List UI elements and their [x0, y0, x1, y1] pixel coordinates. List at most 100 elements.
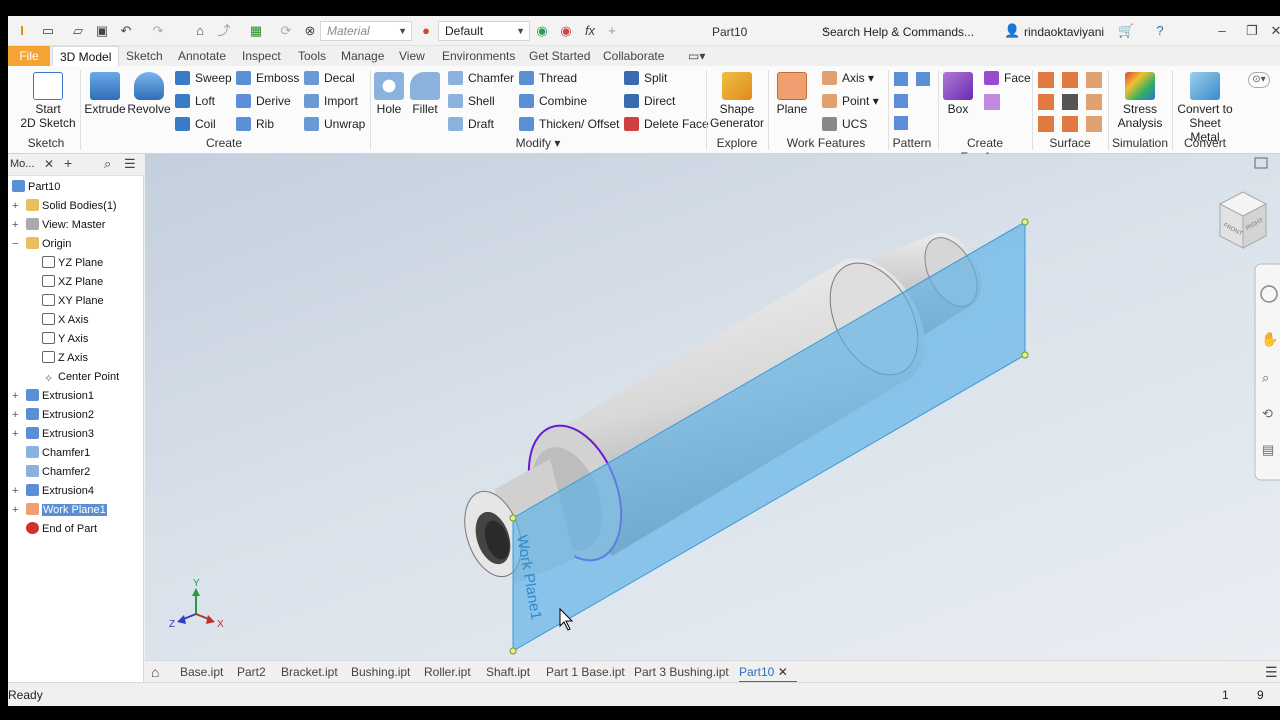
chamfer-button[interactable]: Chamfer [448, 69, 514, 87]
loft-button[interactable]: Loft [175, 92, 215, 110]
fillet-button[interactable]: Fillet [408, 72, 442, 116]
sculpt-icon[interactable] [1038, 94, 1054, 110]
tree-part10[interactable]: Part10 [12, 178, 60, 196]
adjust-icon[interactable]: ◉ [534, 23, 550, 39]
trim-icon[interactable] [1062, 94, 1078, 110]
help-icon[interactable]: ? [1152, 23, 1168, 39]
thread-button[interactable]: Thread [519, 69, 577, 87]
start-2d-sketch-button[interactable]: Start 2D Sketch [18, 72, 78, 130]
add-icon[interactable]: + [64, 155, 72, 171]
ribbon-options-icon[interactable]: ▭▾ [688, 46, 705, 66]
patch-icon[interactable] [1062, 72, 1078, 88]
expand-icon[interactable]: + [12, 429, 21, 440]
ucs-button[interactable]: UCS [822, 115, 867, 133]
tree-yz-plane[interactable]: YZ Plane [42, 254, 103, 272]
extend-icon[interactable] [1086, 94, 1102, 110]
minimize-icon[interactable]: – [1214, 23, 1230, 39]
tree-extrusion2[interactable]: Extrusion2 [26, 406, 94, 424]
revolve-button[interactable]: Revolve [127, 72, 171, 116]
fit-mesh-icon[interactable] [1086, 116, 1102, 132]
tree-origin[interactable]: Origin [26, 235, 71, 253]
home-icon[interactable]: ⌂ [192, 23, 208, 39]
stitch-icon[interactable] [1038, 72, 1054, 88]
navigation-bar[interactable]: ✋ ⌕ ⟲ ▤ [1254, 263, 1280, 481]
tab-menu-icon[interactable]: ☰ [1265, 661, 1278, 683]
model-canvas[interactable]: Work Plane1 X Y Z FRONT RIGHT ✋ ⌕ ⟲ ▤ [145, 154, 1280, 662]
expand-icon[interactable]: + [12, 505, 21, 516]
tree-end-of-part[interactable]: End of Part [26, 520, 97, 538]
tab-3d-model[interactable]: 3D Model [52, 46, 120, 66]
collapse-icon[interactable]: − [12, 239, 21, 250]
parameters-icon[interactable]: fx [582, 23, 598, 39]
user-icon[interactable]: 👤 [1004, 23, 1020, 39]
tab-manage[interactable]: Manage [341, 46, 384, 66]
plane-button[interactable]: Plane [772, 72, 812, 116]
tree-xy-plane[interactable]: XY Plane [42, 292, 104, 310]
delete-face-button[interactable]: Delete Face [624, 115, 709, 133]
browser-title[interactable]: Mo... [10, 158, 34, 170]
tree-x-axis[interactable]: X Axis [42, 311, 89, 329]
tree-extrusion3[interactable]: Extrusion3 [26, 425, 94, 443]
unwrap-button[interactable]: Unwrap [304, 115, 365, 133]
doc-tab-part10[interactable]: Part10 ✕ [739, 661, 797, 683]
derive-button[interactable]: Derive [236, 92, 291, 110]
expand-icon[interactable]: + [12, 486, 21, 497]
expand-icon[interactable]: + [12, 410, 21, 421]
new-file-icon[interactable]: ▭ [40, 23, 56, 39]
zoom-icon[interactable]: ⌕ [1262, 370, 1269, 385]
material-dropdown[interactable]: Material ▼ [320, 21, 412, 41]
home-icon[interactable]: ⌂ [151, 661, 159, 683]
decal-button[interactable]: Decal [304, 69, 355, 87]
appearance-dropdown[interactable]: Default ▼ [438, 21, 530, 41]
cart-icon[interactable]: 🛒 [1118, 23, 1134, 39]
tree-chamfer1[interactable]: Chamfer1 [26, 444, 90, 462]
look-at-icon[interactable]: ▤ [1262, 442, 1274, 457]
tree-center-point[interactable]: ✧ Center Point [42, 368, 119, 386]
rib-button[interactable]: Rib [236, 115, 274, 133]
rectangular-pattern-icon[interactable] [894, 72, 908, 86]
viewport-layout-icon[interactable] [1254, 157, 1268, 169]
tree-work-plane1[interactable]: Work Plane1 [26, 501, 107, 519]
app-logo-icon[interactable]: I [14, 23, 30, 39]
shape-generator-button[interactable]: Shape Generator [710, 72, 764, 130]
stress-analysis-button[interactable]: Stress Analysis [1112, 72, 1168, 130]
hole-button[interactable]: Hole [372, 72, 406, 116]
doc-tab-shaft[interactable]: Shaft.ipt [486, 661, 530, 683]
convert-sheet-metal-button[interactable]: Convert to Sheet Metal [1174, 72, 1236, 144]
close-icon[interactable]: ✕ [44, 157, 54, 171]
save-icon[interactable]: ▣ [94, 23, 110, 39]
axis-button[interactable]: Axis ▾ [822, 69, 874, 87]
update-icon[interactable]: ⟳ [278, 23, 294, 39]
undo-icon[interactable]: ↶ [118, 23, 134, 39]
tree-view-master[interactable]: View: Master [26, 216, 105, 234]
circular-pattern-icon[interactable] [894, 94, 908, 108]
doc-tab-part2[interactable]: Part2 [237, 661, 266, 683]
replace-face-icon[interactable] [1038, 116, 1054, 132]
sweep-button[interactable]: Sweep [175, 69, 232, 87]
expand-icon[interactable]: + [12, 391, 21, 402]
clear-appearance-icon[interactable]: ◉ [558, 23, 574, 39]
repair-icon[interactable] [1062, 116, 1078, 132]
graphics-viewport[interactable]: Work Plane1 X Y Z FRONT RIGHT ✋ ⌕ ⟲ ▤ [145, 154, 1280, 662]
tree-z-axis[interactable]: Z Axis [42, 349, 88, 367]
group-label-modify[interactable]: Modify ▾ [513, 136, 563, 150]
tree-solid-bodies[interactable]: Solid Bodies(1) [26, 197, 117, 215]
convert-freeform-icon[interactable] [984, 94, 1000, 110]
shell-button[interactable]: Shell [448, 92, 495, 110]
tab-view[interactable]: View [399, 46, 425, 66]
ruled-surface-icon[interactable] [1086, 72, 1102, 88]
import-button[interactable]: Import [304, 92, 358, 110]
tab-inspect[interactable]: Inspect [242, 46, 281, 66]
coil-button[interactable]: Coil [175, 115, 216, 133]
tab-annotate[interactable]: Annotate [178, 46, 226, 66]
doc-tab-bracket[interactable]: Bracket.ipt [281, 661, 338, 683]
return-icon[interactable]: ⤴ [216, 23, 232, 39]
tab-file[interactable]: File [8, 46, 50, 66]
tree-y-axis[interactable]: Y Axis [42, 330, 88, 348]
extrude-button[interactable]: Extrude [84, 72, 126, 116]
tree-chamfer2[interactable]: Chamfer2 [26, 463, 90, 481]
face-button[interactable]: Face [984, 69, 1031, 87]
appearance-icon[interactable]: ● [418, 23, 434, 39]
tab-sketch[interactable]: Sketch [126, 46, 163, 66]
tab-tools[interactable]: Tools [298, 46, 326, 66]
